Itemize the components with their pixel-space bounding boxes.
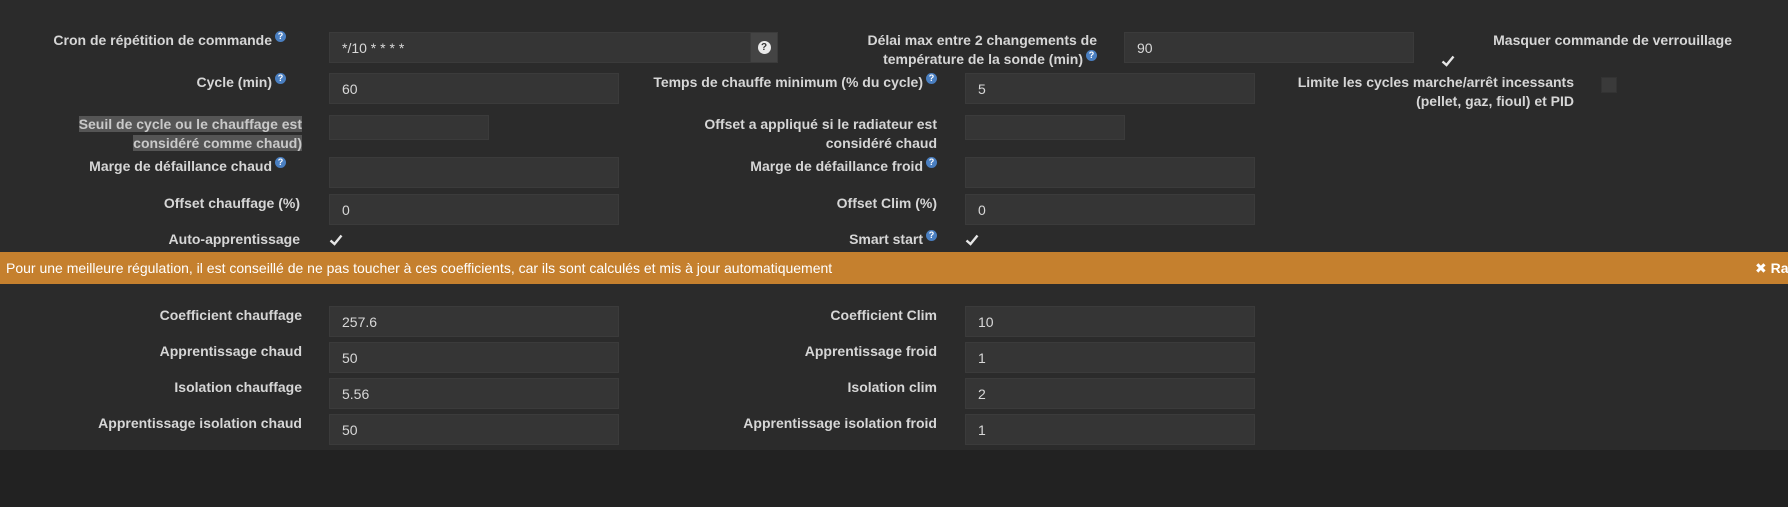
coef-clim-input[interactable] xyxy=(965,306,1255,337)
delai-label: Délai max entre 2 changements de tempéra… xyxy=(837,31,1097,69)
raz-button[interactable]: ✖ RaZ xyxy=(1755,252,1788,284)
question-circle-icon: ? xyxy=(757,41,771,54)
cron-input[interactable] xyxy=(329,32,751,63)
page-footer-area xyxy=(0,450,1788,507)
checkmark-icon xyxy=(329,234,343,246)
seuil-input[interactable] xyxy=(329,115,489,140)
limite-label: Limite les cycles marche/arrêt incessant… xyxy=(1297,74,1574,109)
appr-froid-input[interactable] xyxy=(965,342,1255,373)
delai-label-text: Délai max entre 2 changements de tempéra… xyxy=(867,32,1097,67)
help-icon[interactable]: ? xyxy=(275,73,286,85)
appr-froid-label: Apprentissage froid xyxy=(804,343,937,359)
limite-checkbox[interactable] xyxy=(1601,77,1617,93)
auto-apprentissage-checkbox[interactable] xyxy=(328,232,344,248)
iso-clim-input[interactable] xyxy=(965,378,1255,409)
smart-start-label-text: Smart start xyxy=(849,231,923,247)
auto-apprentissage-label: Auto-apprentissage xyxy=(168,231,300,247)
iso-clim-label: Isolation clim xyxy=(847,379,937,395)
cycle-label-text: Cycle (min) xyxy=(196,74,272,90)
help-icon[interactable]: ? xyxy=(275,157,286,169)
help-icon[interactable]: ? xyxy=(926,230,937,242)
offset-radiateur-input[interactable] xyxy=(965,115,1125,140)
smart-start-checkbox[interactable] xyxy=(964,232,980,248)
marge-chaud-input[interactable] xyxy=(329,157,619,188)
configuration-panel: Cron de répétition de commande? ? Délai … xyxy=(0,0,1788,450)
checkmark-icon xyxy=(1441,55,1455,67)
marge-froid-label-text: Marge de défaillance froid xyxy=(750,158,923,174)
help-icon[interactable]: ? xyxy=(275,31,286,43)
marge-chaud-label-text: Marge de défaillance chaud xyxy=(89,158,272,174)
marge-froid-label: Marge de défaillance froid? xyxy=(750,157,937,176)
smart-start-label: Smart start? xyxy=(849,230,937,249)
temps-chauffe-label: Temps de chauffe minimum (% du cycle)? xyxy=(653,73,937,92)
offset-chauffage-label: Offset chauffage (%) xyxy=(163,195,300,211)
marge-froid-input[interactable] xyxy=(965,157,1255,188)
cron-label: Cron de répétition de commande? xyxy=(53,31,286,50)
marge-chaud-label: Marge de défaillance chaud? xyxy=(89,157,286,176)
help-icon[interactable]: ? xyxy=(1086,50,1097,62)
seuil-label: Seuil de cycle ou le chauffage est consi… xyxy=(22,115,302,153)
appr-iso-chaud-input[interactable] xyxy=(329,414,619,445)
appr-iso-froid-input[interactable] xyxy=(965,414,1255,445)
cron-label-text: Cron de répétition de commande xyxy=(53,32,272,48)
cycle-input[interactable] xyxy=(329,73,619,104)
cycle-label: Cycle (min)? xyxy=(197,73,286,92)
delai-input[interactable] xyxy=(1124,32,1414,63)
masquer-checkbox[interactable] xyxy=(1440,53,1456,69)
cron-help-button[interactable]: ? xyxy=(750,32,778,63)
iso-chauffage-input[interactable] xyxy=(329,378,619,409)
temps-chauffe-label-text: Temps de chauffe minimum (% du cycle) xyxy=(653,74,923,90)
checkmark-icon xyxy=(965,234,979,246)
coef-clim-label: Coefficient Clim xyxy=(830,307,937,323)
appr-iso-chaud-label: Apprentissage isolation chaud xyxy=(98,415,302,431)
appr-chaud-label: Apprentissage chaud xyxy=(159,343,302,359)
masquer-label: Masquer commande de verrouillage xyxy=(1493,32,1732,48)
banner-message: Pour une meilleure régulation, il est co… xyxy=(6,260,833,276)
coef-chauffage-input[interactable] xyxy=(329,306,619,337)
offset-radiateur-label: Offset a appliqué si le radiateur est co… xyxy=(704,116,937,151)
temps-chauffe-input[interactable] xyxy=(965,73,1255,104)
coef-chauffage-label: Coefficient chauffage xyxy=(159,307,302,323)
seuil-label-text: Seuil de cycle ou le chauffage est consi… xyxy=(78,116,302,151)
help-icon[interactable]: ? xyxy=(926,73,937,85)
iso-chauffage-label: Isolation chauffage xyxy=(174,379,302,395)
appr-chaud-input[interactable] xyxy=(329,342,619,373)
help-icon[interactable]: ? xyxy=(926,157,937,169)
offset-clim-input[interactable] xyxy=(965,194,1255,225)
offset-clim-label: Offset Clim (%) xyxy=(836,195,937,211)
coefficients-warning-banner: Pour une meilleure régulation, il est co… xyxy=(0,252,1788,284)
offset-chauffage-input[interactable] xyxy=(329,194,619,225)
appr-iso-froid-label: Apprentissage isolation froid xyxy=(743,415,937,431)
